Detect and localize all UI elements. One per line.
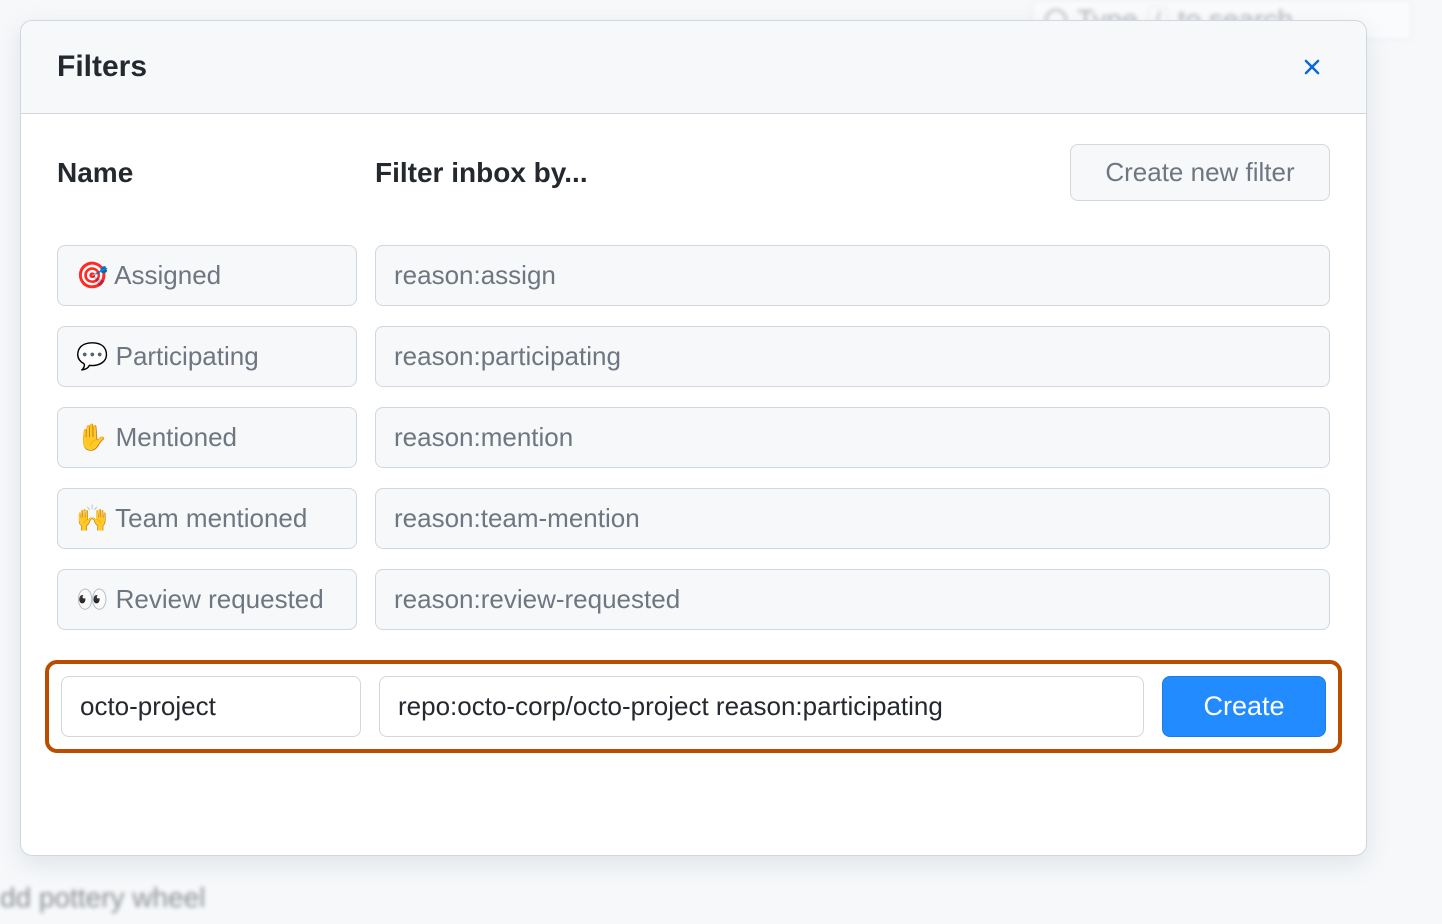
columns-header: Name Filter inbox by... Create new filte…	[57, 144, 1330, 201]
filter-name-input[interactable]	[57, 488, 357, 549]
background-left-text	[0, 0, 20, 924]
filter-query-input[interactable]	[375, 488, 1330, 549]
dialog-title: Filters	[57, 50, 147, 84]
create-button[interactable]: Create	[1162, 676, 1326, 737]
close-icon	[1299, 54, 1325, 80]
filter-row	[57, 407, 1330, 468]
filter-name-input[interactable]	[57, 245, 357, 306]
filter-query-input[interactable]	[375, 326, 1330, 387]
filter-name-input[interactable]	[57, 326, 357, 387]
create-new-filter-button[interactable]: Create new filter	[1070, 144, 1330, 201]
filter-row	[57, 326, 1330, 387]
filter-name-input[interactable]	[57, 407, 357, 468]
new-filter-query-input[interactable]	[379, 676, 1144, 737]
new-filter-name-input[interactable]	[61, 676, 361, 737]
query-column-label: Filter inbox by...	[375, 157, 1052, 189]
filters-dialog: Filters Name Filter inbox by... Create n…	[20, 20, 1367, 856]
dialog-body: Name Filter inbox by... Create new filte…	[21, 114, 1366, 771]
close-button[interactable]	[1294, 49, 1330, 85]
new-filter-row: Create	[45, 660, 1342, 753]
filter-name-input[interactable]	[57, 569, 357, 630]
filter-row	[57, 245, 1330, 306]
filter-query-input[interactable]	[375, 245, 1330, 306]
filter-query-input[interactable]	[375, 569, 1330, 630]
filter-row	[57, 569, 1330, 630]
filter-row	[57, 488, 1330, 549]
filter-query-input[interactable]	[375, 407, 1330, 468]
name-column-label: Name	[57, 157, 357, 189]
dialog-header: Filters	[21, 21, 1366, 114]
background-bottom-text: dd pottery wheel	[0, 882, 205, 914]
